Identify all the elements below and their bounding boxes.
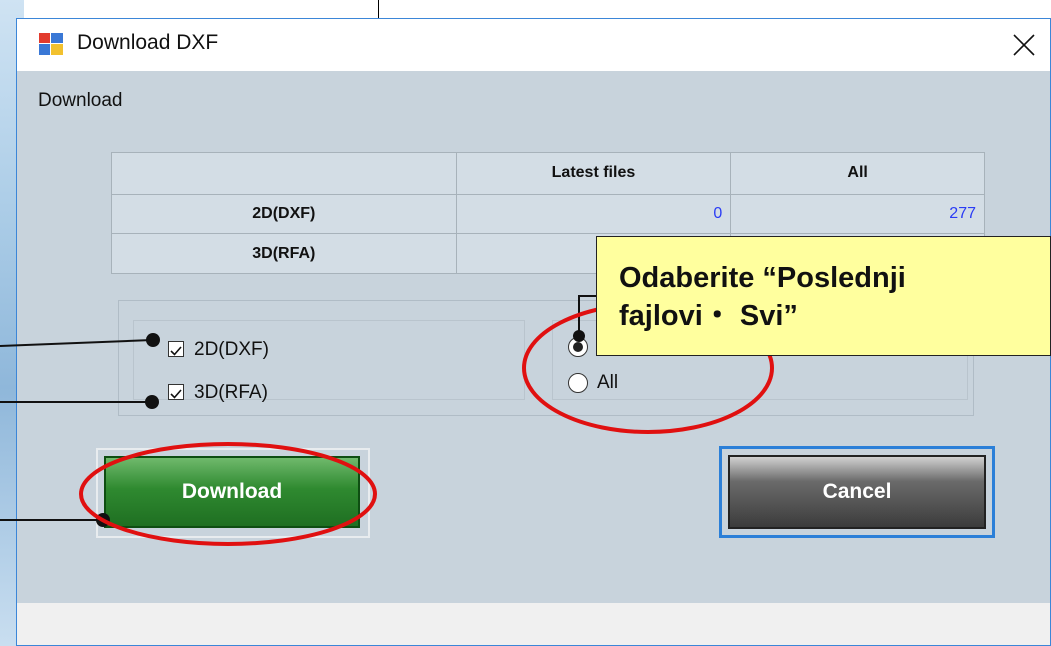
radio-latest-files[interactable] (568, 337, 588, 357)
row-2d-latest-count: 0 (455, 193, 732, 235)
checkbox-3d-box[interactable] (168, 384, 184, 400)
download-button[interactable]: Download (104, 456, 360, 528)
download-group-label: Download (38, 90, 123, 111)
table-header-latest: Latest files (455, 152, 732, 195)
window-title: Download DXF (77, 31, 219, 54)
checkbox-2d-label: 2D(DXF) (194, 339, 269, 360)
callout-text: Odaberite “Poslednji fajlovi・ Svi” (619, 259, 1044, 335)
window-app-icon (39, 33, 63, 55)
instruction-callout: Odaberite “Poslednji fajlovi・ Svi” (596, 236, 1051, 356)
row-label-3d: 3D(RFA) (111, 233, 457, 274)
row-label-2d: 2D(DXF) (111, 193, 457, 235)
cancel-button[interactable]: Cancel (728, 455, 986, 529)
status-footer (17, 603, 1050, 645)
radio-all-label: All (597, 372, 619, 393)
checkbox-3d-label: 3D(RFA) (194, 382, 268, 403)
callout-line-1: Odaberite “Poslednji (619, 262, 906, 294)
row-2d-all-count: 277 (730, 193, 985, 235)
table-row: 2D(DXF) 0 277 (111, 193, 985, 235)
check-icon (170, 389, 182, 399)
checkbox-2d-box[interactable] (168, 341, 184, 357)
radio-selected-dot (573, 342, 583, 352)
table-header-row: Latest files All (111, 152, 985, 195)
file-type-panel (133, 320, 525, 400)
title-bar: Download DXF (17, 19, 1050, 71)
radio-all[interactable] (568, 373, 588, 393)
table-header-cell (111, 152, 457, 195)
table-header-all: All (730, 152, 985, 195)
check-icon (170, 346, 182, 356)
callout-line-2: fajlovi・ Svi” (619, 300, 798, 332)
close-icon[interactable] (1004, 25, 1044, 65)
